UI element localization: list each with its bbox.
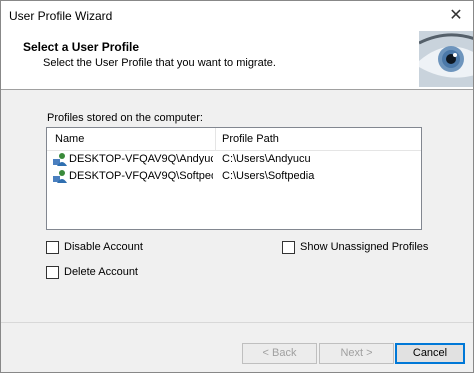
user-profile-icon: [53, 152, 67, 166]
next-button[interactable]: Next >: [319, 343, 394, 364]
delete-account-checkbox[interactable]: Delete Account: [46, 265, 138, 279]
title-bar: User Profile Wizard ✕: [1, 1, 473, 31]
column-divider[interactable]: [215, 128, 216, 150]
back-button[interactable]: < Back: [242, 343, 317, 364]
footer-divider: [1, 322, 473, 323]
delete-account-label: Delete Account: [64, 266, 138, 278]
eye-logo-icon: [419, 31, 473, 87]
profile-name: DESKTOP-VFQAV9Q\Andyucu: [69, 153, 213, 165]
page-subtitle: Select the User Profile that you want to…: [43, 57, 276, 69]
checkbox-box[interactable]: [282, 240, 295, 254]
profiles-label: Profiles stored on the computer:: [47, 112, 203, 124]
list-item[interactable]: DESKTOP-VFQAV9Q\Andyucu C:\Users\Andyucu: [47, 151, 421, 167]
column-header-name[interactable]: Name: [55, 133, 84, 145]
cancel-button[interactable]: Cancel: [395, 343, 465, 364]
window-title: User Profile Wizard: [9, 9, 113, 23]
profile-path: C:\Users\Andyucu: [222, 153, 311, 165]
wizard-header: Select a User Profile Select the User Pr…: [1, 31, 473, 90]
profiles-list[interactable]: Name Profile Path DESKTOP-VFQAV9Q\Andyuc…: [46, 127, 422, 230]
checkbox-box[interactable]: [46, 240, 59, 254]
page-title: Select a User Profile: [23, 40, 140, 54]
disable-account-checkbox[interactable]: Disable Account: [46, 240, 143, 254]
list-item[interactable]: DESKTOP-VFQAV9Q\Softpedia C:\Users\Softp…: [47, 168, 421, 184]
close-icon[interactable]: ✕: [445, 5, 467, 27]
user-profile-wizard-window: User Profile Wizard ✕ Select a User Prof…: [0, 0, 474, 373]
user-profile-icon: [53, 169, 67, 183]
show-unassigned-profiles-checkbox[interactable]: Show Unassigned Profiles: [282, 240, 428, 254]
show-unassigned-profiles-label: Show Unassigned Profiles: [300, 241, 429, 253]
checkbox-box[interactable]: [46, 265, 59, 279]
column-header-profile-path[interactable]: Profile Path: [222, 133, 279, 145]
list-header: Name Profile Path: [47, 128, 421, 151]
profile-name: DESKTOP-VFQAV9Q\Softpedia: [69, 170, 213, 182]
profile-path: C:\Users\Softpedia: [222, 170, 315, 182]
disable-account-label: Disable Account: [64, 241, 143, 253]
